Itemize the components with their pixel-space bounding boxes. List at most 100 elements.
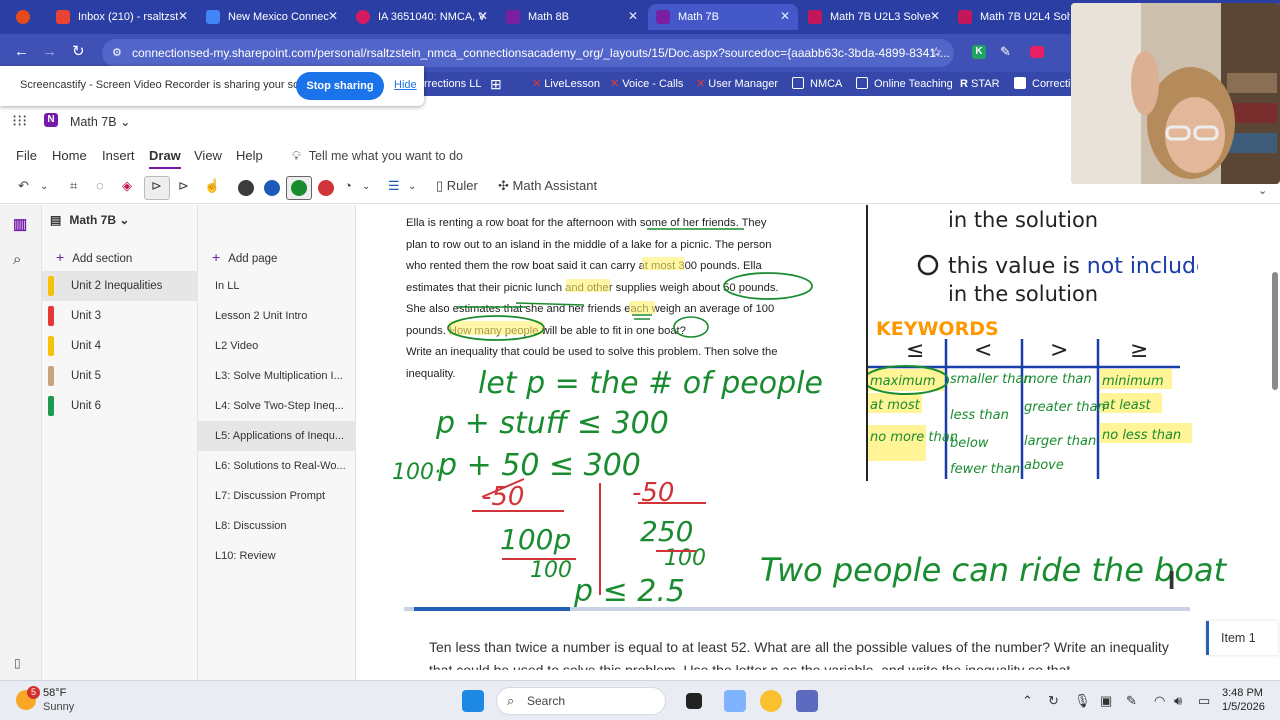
menu-home[interactable]: Home: [52, 148, 87, 163]
extension-k-icon[interactable]: K: [972, 45, 986, 59]
page-item[interactable]: L7: Discussion Prompt: [198, 481, 356, 511]
menu-file[interactable]: File: [16, 148, 37, 163]
tell-me-search[interactable]: 💡︎ Tell me what you want to do: [284, 144, 474, 168]
page-item[interactable]: L6: Solutions to Real-Wo...: [198, 451, 356, 481]
chrome-icon[interactable]: [760, 690, 782, 712]
chevron-down-icon[interactable]: ⌄: [1258, 184, 1267, 197]
section-item-unit-5[interactable]: Unit 5: [42, 361, 198, 391]
pen-blue-color[interactable]: [264, 180, 280, 196]
forward-icon[interactable]: →: [42, 44, 57, 60]
bookmark-star[interactable]: R STAR: [960, 72, 1000, 96]
bookmark-star-icon[interactable]: ☆: [930, 44, 943, 60]
bookmark-corrections-2[interactable]: Correctio: [1014, 72, 1077, 96]
line-thickness-icon[interactable]: ☰: [388, 178, 400, 194]
chevron-down-icon[interactable]: ⌄: [362, 181, 370, 192]
close-icon[interactable]: ✕: [328, 9, 338, 23]
section-item-unit-3[interactable]: Unit 3: [42, 301, 198, 331]
menu-insert[interactable]: Insert: [102, 148, 135, 163]
sync-icon[interactable]: ↻: [1048, 693, 1059, 709]
device-icon[interactable]: ▯: [14, 656, 21, 670]
volume-icon[interactable]: 🔊︎: [1174, 693, 1182, 709]
page-canvas[interactable]: Ella is renting a row boat for the after…: [356, 205, 1280, 670]
reload-icon[interactable]: ↻: [72, 44, 85, 60]
bookmark-nmca[interactable]: NMCA: [792, 72, 842, 96]
eraser-icon[interactable]: ◈: [122, 178, 132, 194]
back-icon[interactable]: ←: [14, 44, 29, 60]
page-item[interactable]: L8: Discussion: [198, 511, 356, 541]
pen-extension-icon[interactable]: ✎: [1000, 44, 1011, 60]
pen-add-icon[interactable]: ⊳: [178, 178, 189, 194]
bookmark-livelesson[interactable]: ✕ LiveLesson: [532, 72, 600, 96]
add-section-button[interactable]: + Add section: [56, 249, 132, 265]
snipping-tool-icon[interactable]: [724, 690, 746, 712]
page-item-selected[interactable]: L5: Applications of Inequ...: [198, 421, 356, 451]
close-icon[interactable]: ✕: [478, 9, 488, 23]
section-item-unit-2[interactable]: Unit 2 Inequalities: [42, 271, 198, 301]
task-view-icon[interactable]: [686, 693, 702, 709]
bookmark-online-teaching[interactable]: Online Teaching: [856, 72, 953, 96]
weather-temp[interactable]: 58°F: [43, 687, 66, 699]
hide-button[interactable]: Hide: [394, 79, 417, 91]
section-item-unit-6[interactable]: Unit 6: [42, 391, 198, 421]
tab-ia[interactable]: IA 3651040: NMCA, V ✕: [348, 4, 496, 30]
url-field[interactable]: ⚙ connectionsed-my.sharepoint.com/persona…: [102, 39, 954, 67]
close-icon[interactable]: ✕: [628, 9, 638, 23]
page-item[interactable]: Lesson 2 Unit Intro: [198, 301, 356, 331]
bookmark-voice-calls[interactable]: ✕ Voice - Calls: [610, 72, 683, 96]
show-hidden-icons[interactable]: ⌃: [1022, 693, 1033, 709]
pen-icon[interactable]: ✎: [1126, 693, 1137, 709]
calculator-icon[interactable]: [796, 690, 818, 712]
tab-screencastify[interactable]: [8, 4, 48, 30]
search-icon[interactable]: ⌕: [13, 251, 21, 268]
screencastify-extension-icon[interactable]: [1030, 46, 1044, 58]
section-item-unit-4[interactable]: Unit 4: [42, 331, 198, 361]
close-icon[interactable]: ✕: [930, 9, 940, 23]
notebooks-icon[interactable]: ▥: [13, 215, 27, 233]
apps-grid-icon[interactable]: ⊞: [490, 72, 502, 96]
page-item[interactable]: In LL: [198, 271, 356, 301]
wifi-icon[interactable]: ◠: [1154, 693, 1165, 709]
menu-help[interactable]: Help: [236, 148, 263, 163]
item-1-tab[interactable]: Item 1: [1206, 621, 1278, 655]
lasso-text-icon[interactable]: ⌗: [70, 178, 77, 194]
bookmark-user-manager[interactable]: ✕ User Manager: [696, 72, 778, 96]
pen-red-color[interactable]: [318, 180, 334, 196]
windows-start-icon[interactable]: [462, 690, 484, 712]
notebook-title[interactable]: Math 7B ⌄: [70, 114, 131, 129]
tab-inbox[interactable]: Inbox (210) - rsaltzst ✕: [48, 4, 196, 30]
palette-icon[interactable]: ◔: [344, 178, 352, 193]
battery-icon[interactable]: ▭: [1198, 693, 1210, 709]
meet-icon[interactable]: ▣: [1100, 693, 1112, 709]
tab-u2l3[interactable]: Math 7B U2L3 Solve ✕: [800, 4, 948, 30]
microphone-icon[interactable]: 🎙︎: [1074, 693, 1091, 709]
math-assistant-button[interactable]: ✣ Math Assistant: [498, 178, 597, 194]
menu-draw[interactable]: Draw: [149, 148, 181, 169]
pen-tool-icon[interactable]: ⊳: [151, 178, 162, 194]
close-icon[interactable]: ✕: [780, 9, 790, 23]
menu-view[interactable]: View: [194, 148, 222, 163]
taskbar-search[interactable]: ⌕ Search: [496, 687, 666, 715]
undo-icon[interactable]: ↶: [18, 178, 29, 194]
page-item[interactable]: L2 Video: [198, 331, 356, 361]
touch-draw-icon[interactable]: ☝: [204, 178, 220, 194]
notebook-menu[interactable]: ▤ Math 7B ⌄: [50, 213, 129, 227]
site-info-icon[interactable]: ⚙: [112, 39, 122, 67]
tab-u2l4[interactable]: Math 7B U2L4 Solve: [950, 4, 1070, 30]
tab-new-mexico[interactable]: New Mexico Connec ✕: [198, 4, 346, 30]
ruler-button[interactable]: ▯ Ruler: [436, 178, 478, 194]
app-launcher-icon[interactable]: ⁝⁝⁝: [12, 111, 27, 131]
chevron-down-icon[interactable]: ⌄: [40, 181, 48, 192]
clock-time[interactable]: 3:48 PM: [1222, 687, 1263, 699]
pen-green-color[interactable]: [291, 180, 307, 196]
page-item[interactable]: L3: Solve Multiplication I...: [198, 361, 356, 391]
tab-math-7b[interactable]: Math 7B ✕: [648, 4, 798, 30]
lasso-select-icon[interactable]: ◌: [96, 178, 104, 193]
bookmark-corrections[interactable]: rrections LL: [424, 72, 481, 96]
add-page-button[interactable]: + Add page: [212, 249, 277, 265]
page-item[interactable]: L4: Solve Two-Step Ineq...: [198, 391, 356, 421]
tab-math-8b[interactable]: Math 8B ✕: [498, 4, 646, 30]
pen-black-color[interactable]: [238, 180, 254, 196]
stop-sharing-button[interactable]: Stop sharing: [296, 72, 384, 100]
vertical-scrollbar[interactable]: [1272, 272, 1278, 390]
chevron-down-icon[interactable]: ⌄: [408, 181, 416, 192]
